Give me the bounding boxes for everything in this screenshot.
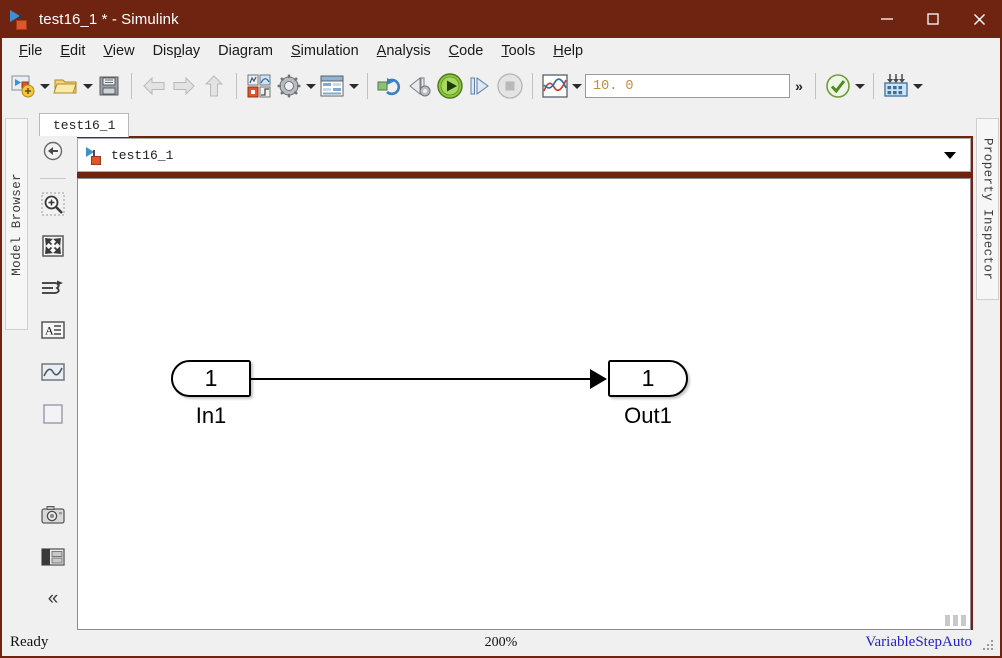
block-out1[interactable]: 1 <box>608 360 688 397</box>
menu-view[interactable]: View <box>94 40 143 62</box>
toolbar-overflow-button[interactable]: » <box>790 78 808 94</box>
window-title: test16_1 * - Simulink <box>39 10 179 28</box>
collapse-chevron-icon[interactable]: « <box>38 584 68 614</box>
menu-simulation[interactable]: Simulation <box>282 40 368 62</box>
build-model-dropdown[interactable] <box>911 71 924 101</box>
menu-edit[interactable]: Edit <box>51 40 94 62</box>
update-diagram-button[interactable] <box>375 71 405 101</box>
menu-tools[interactable]: Tools <box>492 40 544 62</box>
svg-text:A: A <box>45 324 54 338</box>
model-advisor-dropdown[interactable] <box>853 71 866 101</box>
open-dropdown[interactable] <box>81 71 94 101</box>
menu-file[interactable]: File <box>10 40 51 62</box>
minimize-button[interactable] <box>864 0 910 38</box>
toolbar-separator <box>367 73 368 99</box>
menu-bar: File Edit View Display Diagram Simulatio… <box>2 38 1000 64</box>
toolbar-separator <box>236 73 237 99</box>
window-resize-grip[interactable] <box>983 640 995 652</box>
menu-help[interactable]: Help <box>544 40 592 62</box>
chevron-down-icon[interactable] <box>944 151 956 159</box>
run-button[interactable] <box>435 71 465 101</box>
toolbar-separator <box>532 73 533 99</box>
model-browser-label: Model Browser <box>9 172 24 276</box>
scope-image-icon[interactable] <box>38 357 68 387</box>
canvas-resize-grip[interactable] <box>945 615 967 626</box>
signal-routing-icon[interactable] <box>38 273 68 303</box>
collapse-chevron-label: « <box>47 588 59 609</box>
menu-display[interactable]: Display <box>144 40 210 62</box>
canvas-tool-strip: A « <box>29 136 77 630</box>
stop-button[interactable] <box>495 71 525 101</box>
model-configuration-dropdown[interactable] <box>304 71 317 101</box>
close-button[interactable] <box>956 0 1002 38</box>
save-button[interactable] <box>94 71 124 101</box>
step-back-button[interactable] <box>405 71 435 101</box>
simulink-model-icon <box>10 9 30 30</box>
model-canvas[interactable]: 1 In1 1 Out1 <box>77 178 971 630</box>
model-configuration-button[interactable] <box>274 71 304 101</box>
block-in1-port-number: 1 <box>204 365 218 391</box>
menu-diagram[interactable]: Diagram <box>209 40 282 62</box>
menu-analysis[interactable]: Analysis <box>368 40 440 62</box>
open-button[interactable] <box>51 71 81 101</box>
zoom-level[interactable]: 200% <box>2 635 1000 651</box>
status-bar: Ready 200% VariableStepAuto <box>2 630 1000 656</box>
fit-to-view-icon[interactable] <box>38 231 68 261</box>
forward-button[interactable] <box>169 71 199 101</box>
annotation-icon[interactable]: A <box>38 315 68 345</box>
navigate-back-icon[interactable] <box>38 136 68 166</box>
breadcrumb[interactable]: test16_1 <box>77 138 971 172</box>
block-out1-port-number: 1 <box>641 365 655 391</box>
toolbar: 10. 0 » <box>2 64 1000 108</box>
simulation-data-inspector-dropdown[interactable] <box>570 71 583 101</box>
model-advisor-button[interactable] <box>823 71 853 101</box>
model-explorer-button[interactable] <box>317 71 347 101</box>
signal-line[interactable] <box>248 378 593 380</box>
tab-test16-1[interactable]: test16_1 <box>39 113 130 137</box>
blank-block-icon[interactable] <box>38 399 68 429</box>
signal-arrow-icon <box>590 369 607 389</box>
property-inspector-tab[interactable]: Property Inspector <box>976 118 999 300</box>
model-browser-tab[interactable]: Model Browser <box>5 118 28 330</box>
toolbar-separator <box>873 73 874 99</box>
block-out1-label: Out1 <box>624 403 672 428</box>
new-model-dropdown[interactable] <box>38 71 51 101</box>
zoom-in-icon[interactable] <box>38 189 68 219</box>
block-in1-label: In1 <box>195 403 227 428</box>
block-in1[interactable]: 1 <box>171 360 251 397</box>
document-tab-strip: test16_1 <box>29 108 973 137</box>
toolbar-separator <box>815 73 816 99</box>
up-button[interactable] <box>199 71 229 101</box>
simulink-model-icon <box>86 146 104 165</box>
property-inspector-dock: Property Inspector <box>973 108 1000 630</box>
panel-layout-icon[interactable] <box>38 542 68 572</box>
simulation-time-input[interactable]: 10. 0 <box>585 74 790 98</box>
title-bar: test16_1 * - Simulink <box>0 0 1002 38</box>
menu-code[interactable]: Code <box>440 40 493 62</box>
maximize-button[interactable] <box>910 0 956 38</box>
toolbar-separator <box>131 73 132 99</box>
model-explorer-dropdown[interactable] <box>347 71 360 101</box>
build-model-button[interactable] <box>881 71 911 101</box>
step-forward-button[interactable] <box>465 71 495 101</box>
library-browser-button[interactable] <box>244 71 274 101</box>
camera-snapshot-icon[interactable] <box>38 500 68 530</box>
property-inspector-label: Property Inspector <box>980 137 995 281</box>
model-browser-dock: Model Browser <box>2 108 29 630</box>
breadcrumb-path: test16_1 <box>111 147 174 163</box>
simulation-data-inspector-button[interactable] <box>540 71 570 101</box>
back-button[interactable] <box>139 71 169 101</box>
window-controls <box>864 0 1002 38</box>
new-model-button[interactable] <box>8 71 38 101</box>
simulink-window: test16_1 * - Simulink File Edit View Dis… <box>0 0 1002 658</box>
toolstrip-divider <box>40 178 66 179</box>
solver-label[interactable]: VariableStepAuto <box>865 634 972 651</box>
